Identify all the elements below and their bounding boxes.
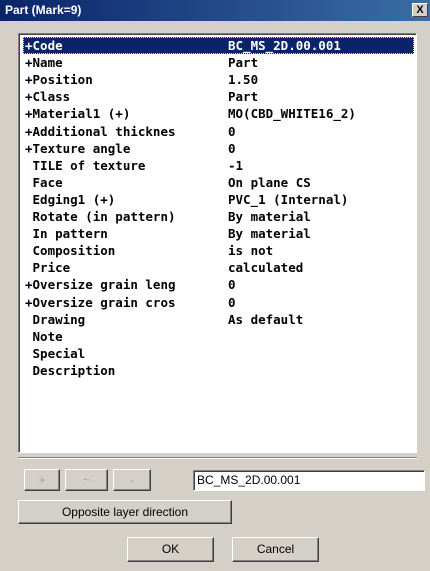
property-name: +Position <box>25 72 93 88</box>
property-name: +Class <box>25 89 71 105</box>
property-name: Description <box>25 362 116 378</box>
add-button[interactable]: + <box>24 469 60 491</box>
property-value: Part <box>228 55 259 71</box>
window-title: Part (Mark=9) <box>5 3 82 17</box>
property-name: Face <box>25 174 63 190</box>
property-value: is not <box>228 243 274 259</box>
property-row[interactable]: +Position 1.50 <box>23 71 414 88</box>
property-list[interactable]: +Code BC_MS_2D.00.001 +Name Part +Position 1.… <box>18 33 417 453</box>
property-value: MO(CBD_WHITE16_2) <box>228 106 356 122</box>
property-value: On plane CS <box>228 174 311 190</box>
property-row[interactable]: +Material1 (+) MO(CBD_WHITE16_2) <box>23 105 414 122</box>
property-name: In pattern <box>25 226 108 242</box>
property-name: Drawing <box>25 311 86 327</box>
property-name: +Texture angle <box>25 140 131 156</box>
property-row[interactable]: +Texture angle 0 <box>23 140 414 157</box>
opposite-layer-direction-button[interactable]: Opposite layer direction <box>18 500 232 524</box>
property-value: 0 <box>228 123 236 139</box>
property-value: calculated <box>228 260 304 276</box>
property-value: 0 <box>228 140 236 156</box>
property-name: +Code <box>25 38 63 53</box>
separator <box>18 457 417 459</box>
property-row[interactable]: Description <box>23 362 414 379</box>
property-name: Price <box>25 260 71 276</box>
remove-button[interactable]: - <box>113 469 151 491</box>
property-row[interactable]: TILE of texture -1 <box>23 157 414 174</box>
property-row[interactable]: Composition is not <box>23 242 414 259</box>
property-name: +Oversize grain cros <box>25 294 176 310</box>
property-row[interactable]: +Name Part <box>23 54 414 71</box>
property-row[interactable]: +Additional thicknes 0 <box>23 123 414 140</box>
property-row[interactable]: +Class Part <box>23 88 414 105</box>
property-row[interactable]: +Code BC_MS_2D.00.001 <box>23 37 414 54</box>
property-row[interactable]: Rotate (in pattern) By material <box>23 208 414 225</box>
close-button[interactable]: X <box>412 3 428 17</box>
property-name: +Oversize grain leng <box>25 277 176 293</box>
property-row[interactable]: +Oversize grain leng 0 <box>23 276 414 293</box>
property-name: Note <box>25 328 63 344</box>
property-name: +Material1 (+) <box>25 106 131 122</box>
property-row[interactable]: In pattern By material <box>23 225 414 242</box>
property-row[interactable]: Price calculated <box>23 259 414 276</box>
part-dialog: Part (Mark=9) X +Code BC_MS_2D.00.001 +Nam… <box>0 0 430 571</box>
value-input[interactable]: BC_MS_2D.00.001 <box>193 470 425 491</box>
property-row[interactable]: Drawing As default <box>23 311 414 328</box>
property-value: -1 <box>228 157 244 173</box>
cancel-button[interactable]: Cancel <box>232 537 319 562</box>
property-value: PVC_1 (Internal) <box>228 191 349 207</box>
property-value: As default <box>228 311 304 327</box>
title-bar[interactable]: Part (Mark=9) X <box>0 0 430 21</box>
property-row[interactable]: Edging1 (+) PVC_1 (Internal) <box>23 191 414 208</box>
property-name: Special <box>25 345 86 361</box>
property-value: BC_MS_2D.00.001 <box>228 38 341 53</box>
property-row[interactable]: +Oversize grain cros 0 <box>23 294 414 311</box>
ok-button[interactable]: OK <box>127 537 214 562</box>
property-value: Part <box>228 89 259 105</box>
property-value: 1.50 <box>228 72 259 88</box>
property-row[interactable]: Special <box>23 345 414 362</box>
property-name: +Additional thicknes <box>25 123 176 139</box>
property-name: Composition <box>25 243 116 259</box>
property-name: Rotate (in pattern) <box>25 209 176 224</box>
property-value: 0 <box>228 277 236 293</box>
property-name: Edging1 (+) <box>25 191 116 207</box>
property-row[interactable]: Face On plane CS <box>23 174 414 191</box>
property-value: By material <box>228 209 311 224</box>
property-value: By material <box>228 226 311 242</box>
property-value: 0 <box>228 294 236 310</box>
property-row[interactable]: Note <box>23 328 414 345</box>
edit-button[interactable]: ~ <box>65 469 108 491</box>
property-name: TILE of texture <box>25 157 146 173</box>
property-name: +Name <box>25 55 63 71</box>
